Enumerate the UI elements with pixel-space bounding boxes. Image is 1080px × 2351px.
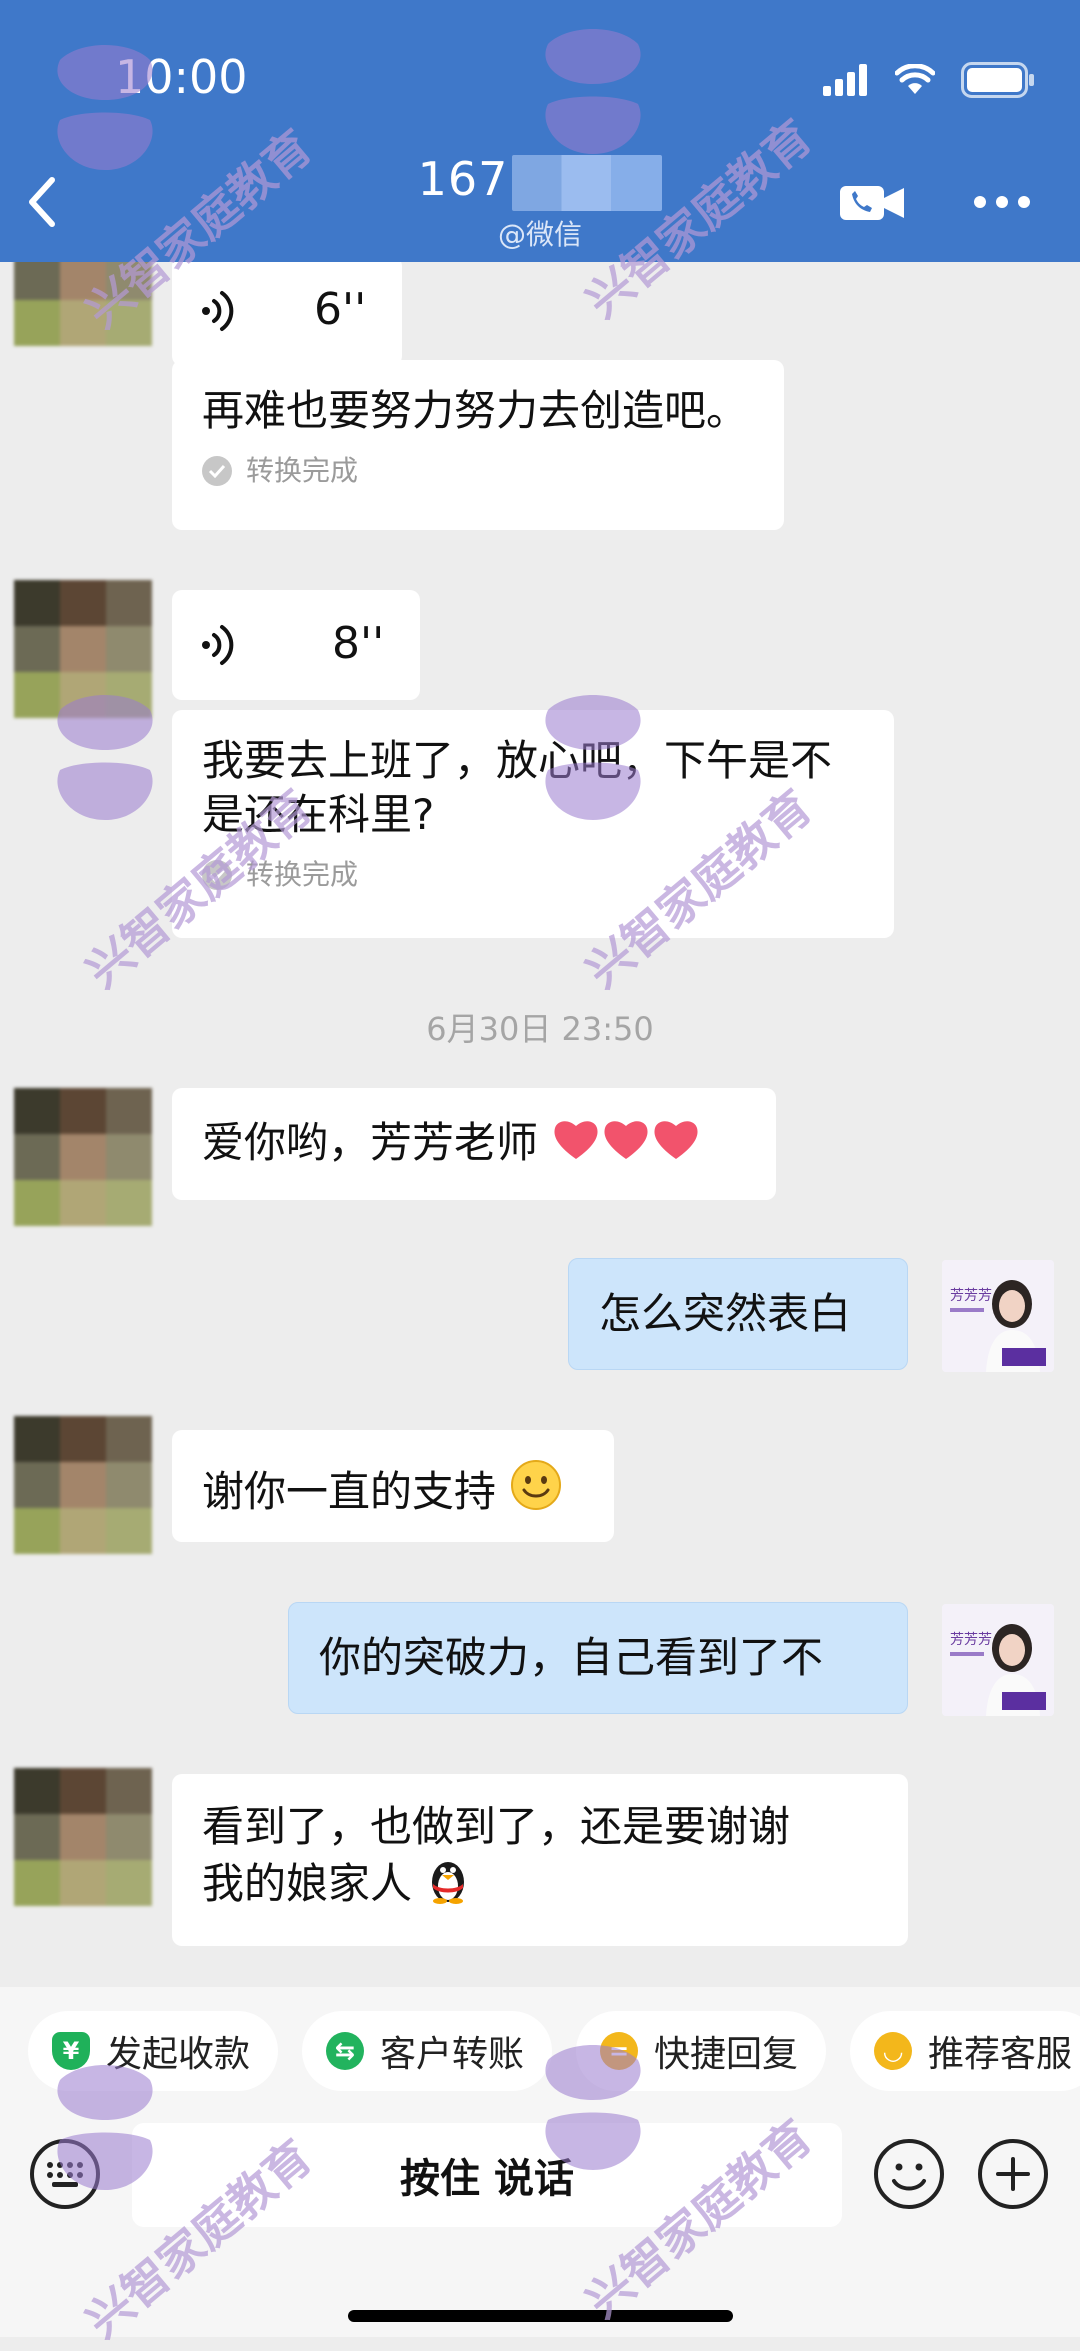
- text-message[interactable]: 爱你哟，芳芳老师: [172, 1088, 776, 1200]
- text-message[interactable]: 谢你一直的支持: [172, 1430, 614, 1542]
- transfer-icon: ⇆: [326, 2032, 365, 2070]
- call-icon[interactable]: [836, 178, 908, 226]
- signal-icon: [823, 64, 867, 96]
- my-avatar[interactable]: 芳芳芳: [942, 1604, 1054, 1716]
- transcript-text: 再难也要努力努力去创造吧。: [202, 386, 749, 435]
- message-text: 爱你哟，芳芳老师: [202, 1118, 539, 1167]
- voice-wave-icon: [202, 291, 234, 331]
- my-text-message[interactable]: 你的突破力，自己看到了不: [288, 1602, 908, 1714]
- voice-message[interactable]: 6'': [172, 262, 402, 366]
- yen-shield-icon: ¥: [52, 2032, 90, 2070]
- voice-transcript[interactable]: 再难也要努力努力去创造吧。 转换完成: [172, 360, 784, 530]
- svg-text:芳芳芳: 芳芳芳: [950, 1631, 992, 1648]
- quick-action-quick-reply[interactable]: = 快捷回复: [576, 2011, 827, 2091]
- plus-icon[interactable]: [976, 2137, 1050, 2211]
- wifi-icon: [895, 64, 935, 94]
- avatar-portrait-icon: 芳芳芳: [942, 1604, 1054, 1716]
- battery-icon: [961, 62, 1034, 98]
- message-list[interactable]: 6'' 再难也要努力努力去创造吧。 转换完成 8'' 我要去上班了，放心吧，下午…: [0, 262, 1080, 1987]
- quick-action-recommend[interactable]: ◡ 推荐客服: [850, 2011, 1080, 2091]
- message-text-line: 我的娘家人: [202, 1854, 878, 1911]
- quick-reply-icon: =: [600, 2032, 639, 2070]
- contact-avatar[interactable]: [14, 1088, 152, 1226]
- message-timestamp: 6月30日 23:50: [426, 1010, 654, 1048]
- heart-emoji-icon: [554, 1121, 698, 1159]
- my-avatar[interactable]: 芳芳芳: [942, 1260, 1054, 1372]
- my-text-message[interactable]: 怎么突然表白: [568, 1258, 908, 1370]
- message-text: 怎么突然表白: [599, 1289, 852, 1338]
- voice-duration: 8'': [332, 618, 385, 669]
- emoji-icon[interactable]: [872, 2137, 946, 2211]
- status-time: 10:00: [115, 50, 248, 104]
- contact-avatar[interactable]: [14, 1768, 152, 1906]
- message-text: 谢你一直的支持: [202, 1467, 497, 1516]
- convert-status: 转换完成: [202, 454, 754, 488]
- voice-wave-icon: [202, 625, 234, 665]
- voice-message[interactable]: 8'': [172, 590, 420, 700]
- more-icon[interactable]: [972, 192, 1032, 212]
- avatar-portrait-icon: 芳芳芳: [942, 1260, 1054, 1372]
- voice-duration: 6'': [314, 284, 367, 335]
- recommend-icon: ◡: [874, 2032, 913, 2070]
- home-indicator[interactable]: [348, 2310, 733, 2322]
- contact-avatar[interactable]: [14, 580, 152, 718]
- keyboard-icon[interactable]: [28, 2137, 102, 2211]
- message-text: 看到了，也做到了，还是要谢谢: [202, 1802, 791, 1851]
- contact-avatar[interactable]: [14, 1416, 152, 1554]
- check-icon: [202, 456, 232, 486]
- contact-number: 167: [417, 152, 509, 206]
- quick-action-collect-payment[interactable]: ¥ 发起收款: [28, 2011, 279, 2091]
- text-message[interactable]: 看到了，也做到了，还是要谢谢 我的娘家人: [172, 1774, 908, 1946]
- redacted-number: [512, 154, 663, 211]
- svg-text:芳芳芳: 芳芳芳: [950, 1287, 992, 1304]
- status-icons: [823, 60, 1035, 100]
- quick-actions: ¥ 发起收款 ⇆ 客户转账 = 快捷回复 ◡ 推荐客服: [28, 2011, 1080, 2091]
- smile-emoji-icon: [511, 1460, 562, 1510]
- message-text: 你的突破力，自己看到了不: [319, 1633, 824, 1682]
- quick-action-customer-transfer[interactable]: ⇆ 客户转账: [302, 2011, 553, 2091]
- chat-title: 167: [418, 152, 663, 211]
- penguin-emoji-icon: [432, 1862, 465, 1904]
- transcript-line: 我要去上班了，放心吧，下午是不: [202, 736, 833, 785]
